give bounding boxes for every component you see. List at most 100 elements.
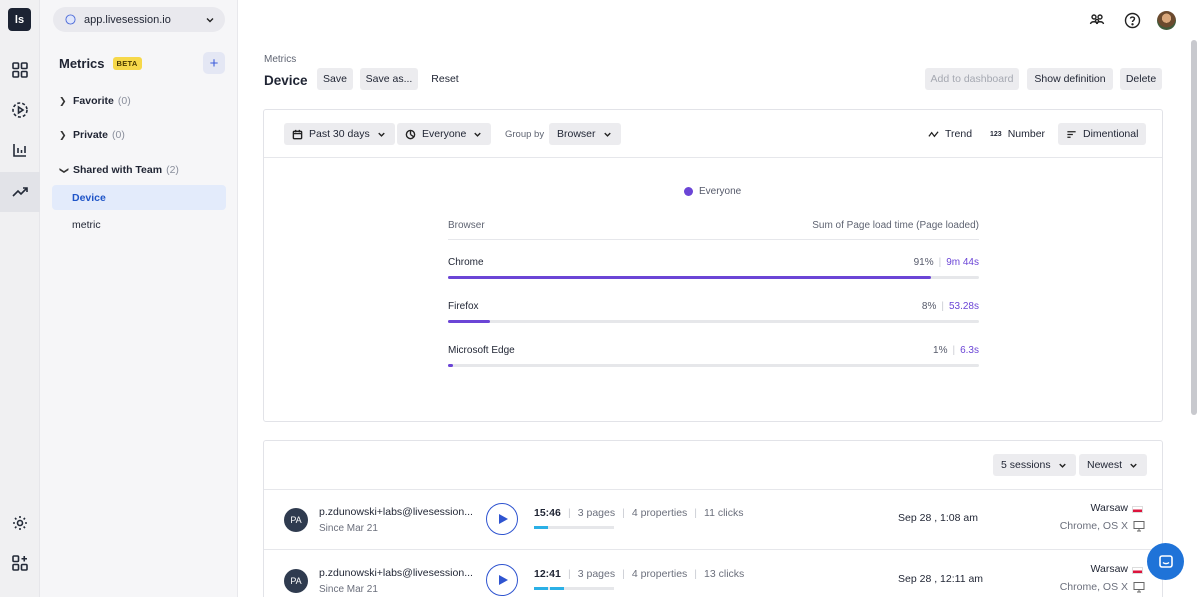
desktop-icon [1133, 582, 1145, 593]
session-row[interactable]: PA p.zdunowski+labs@livesession... Since… [264, 551, 1162, 597]
activity-segment [534, 526, 549, 529]
add-to-dashboard-button[interactable]: Add to dashboard [925, 68, 1019, 90]
chevron-down-icon: ❯ [59, 166, 70, 174]
chevron-down-icon [603, 132, 611, 137]
play-icon [499, 514, 508, 524]
dashboard-icon[interactable] [0, 50, 40, 90]
session-clicks: 13 clicks [704, 568, 745, 580]
chart-legend: Everyone [684, 186, 741, 197]
view-dimentional-button[interactable]: Dimentional [1058, 123, 1147, 145]
user-avatar[interactable] [1157, 10, 1176, 30]
value-separator: | [938, 257, 942, 268]
sessions-count-label: 5 sessions [1001, 459, 1051, 471]
livesession-logo[interactable]: ls [8, 8, 31, 31]
percent-label: 8% [921, 301, 937, 312]
breadcrumb[interactable]: Metrics [264, 54, 296, 65]
sidebar-title: Metrics [59, 56, 105, 71]
session-email[interactable]: p.zdunowski+labs@livesession... [319, 506, 473, 518]
bar-fill [448, 364, 454, 367]
group-by-dropdown[interactable]: Browser [549, 123, 621, 145]
bar-track [448, 276, 979, 279]
page-title: Device [264, 73, 308, 88]
session-pages: 3 pages [577, 507, 616, 519]
page-scrollbar[interactable] [1191, 40, 1197, 415]
play-session-button[interactable] [486, 564, 518, 596]
browser-column-header: Browser [448, 220, 485, 231]
analytics-bars-icon[interactable] [0, 130, 40, 170]
integrations-icon[interactable] [0, 543, 40, 583]
globe-icon [65, 14, 76, 25]
metric-chart-card: Past 30 days Everyone Group by Browser T… [263, 109, 1163, 422]
add-metric-button[interactable]: + [203, 52, 225, 74]
folder-name: Favorite [73, 95, 114, 107]
view-trend-button[interactable]: Trend [920, 123, 980, 145]
folder-count: (0) [112, 129, 125, 141]
activity-segment [550, 587, 565, 590]
legend-label: Everyone [699, 186, 742, 197]
session-avatar: PA [284, 569, 308, 593]
desktop-icon [1133, 521, 1145, 532]
session-client: Chrome, OS X [1059, 520, 1128, 532]
save-button[interactable]: Save [317, 68, 353, 90]
sidebar-item-metric[interactable]: metric [52, 212, 226, 237]
session-duration: 15:46 [534, 507, 561, 519]
duration-label: 53.28s [948, 301, 979, 312]
row-values: 1% | 6.3s [933, 345, 979, 356]
chevron-down-icon [206, 17, 214, 22]
value-separator: | [952, 345, 956, 356]
session-activity-bar [534, 587, 614, 590]
top-icons [1087, 10, 1176, 30]
settings-gear-icon[interactable] [0, 503, 40, 543]
chevron-down-icon [377, 132, 385, 137]
play-session-button[interactable] [486, 503, 518, 535]
domain-selector[interactable]: app.livesession.io [53, 7, 225, 32]
help-icon[interactable] [1122, 10, 1142, 30]
activity-segment [534, 587, 549, 590]
bar-track [448, 364, 979, 367]
segment-dropdown[interactable]: Everyone [397, 123, 492, 145]
duration-label: 9m 44s [946, 257, 979, 268]
show-definition-button[interactable]: Show definition [1027, 68, 1113, 90]
folder-favorite[interactable]: ❯ Favorite (0) [59, 95, 131, 107]
chevron-down-icon [1130, 463, 1137, 468]
session-date: Sep 28 , 12:11 am [898, 573, 984, 585]
folder-count: (2) [166, 164, 179, 176]
poland-flag-icon [1132, 567, 1143, 574]
session-email[interactable]: p.zdunowski+labs@livesession... [319, 567, 473, 579]
play-icon [499, 575, 508, 585]
folder-name: Private [73, 129, 109, 141]
trend-icon [928, 130, 939, 137]
team-icon[interactable] [1087, 10, 1107, 30]
view-number-button[interactable]: 123 Number [982, 123, 1053, 145]
metric-column-header: Sum of Page load time (Page loaded) [812, 220, 979, 231]
session-meta: | 3 pages | 4 properties | 11 clicks [568, 507, 744, 519]
chat-launcher-button[interactable] [1147, 543, 1184, 580]
metrics-trend-icon[interactable] [0, 172, 40, 212]
percent-label: 1% [933, 345, 948, 356]
sessions-play-icon[interactable] [0, 90, 40, 130]
date-range-dropdown[interactable]: Past 30 days [284, 123, 395, 145]
folder-private[interactable]: ❯ Private (0) [59, 129, 125, 141]
chevron-right-icon: ❯ [59, 129, 67, 140]
folder-name: Shared with Team [73, 164, 163, 176]
sidebar-item-device[interactable]: Device [52, 185, 226, 210]
chart-row: Chrome 91% | 9m 44s [448, 257, 979, 279]
save-as-button[interactable]: Save as... [360, 68, 418, 90]
delete-button[interactable]: Delete [1120, 68, 1162, 90]
sessions-count-dropdown[interactable]: 5 sessions [993, 454, 1076, 476]
session-duration: 12:41 [534, 568, 561, 580]
row-values: 8% | 53.28s [922, 301, 979, 312]
chart-table-header: Browser Sum of Page load time (Page load… [448, 220, 979, 240]
bar-fill [448, 276, 932, 279]
sessions-header: 5 sessions Newest [264, 441, 1162, 490]
session-avatar: PA [284, 508, 308, 532]
sort-dropdown[interactable]: Newest [1079, 454, 1148, 476]
session-clicks: 11 clicks [704, 507, 744, 519]
session-row[interactable]: PA p.zdunowski+labs@livesession... Since… [264, 490, 1162, 550]
session-properties: 4 properties [631, 568, 688, 580]
session-city: Warsaw [1090, 502, 1128, 514]
chart-row: Microsoft Edge 1% | 6.3s [448, 345, 979, 367]
folder-shared-with-team[interactable]: ❯ Shared with Team (2) [59, 164, 179, 176]
reset-button[interactable]: Reset [425, 68, 465, 90]
session-since: Since Mar 21 [319, 523, 378, 534]
